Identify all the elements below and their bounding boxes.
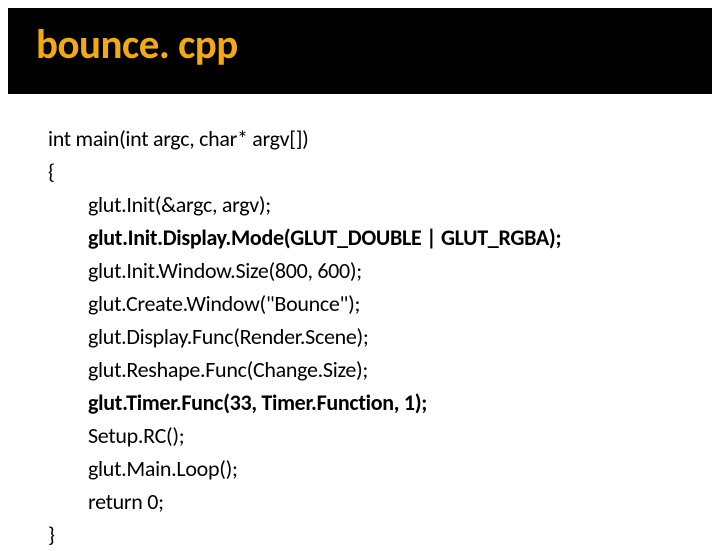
code-line: glut.Init(&argc, argv); xyxy=(48,188,680,221)
code-line: Setup.RC(); xyxy=(48,419,680,452)
code-line-bold: glut.Init.Display.Mode(GLUT_DOUBLE | GLU… xyxy=(48,221,680,254)
code-line: glut.Create.Window("Bounce"); xyxy=(48,287,680,320)
code-block: int main(int argc, char* argv[]) { glut.… xyxy=(0,94,720,551)
code-line: glut.Display.Func(Render.Scene); xyxy=(48,320,680,353)
code-line: { xyxy=(48,155,680,188)
code-line: glut.Init.Window.Size(800, 600); xyxy=(48,254,680,287)
code-line: glut.Reshape.Func(Change.Size); xyxy=(48,353,680,386)
code-line: glut.Main.Loop(); xyxy=(48,452,680,485)
slide-title: bounce. cpp xyxy=(36,20,684,70)
code-line: return 0; xyxy=(48,485,680,518)
code-line-bold: glut.Timer.Func(33, Timer.Function, 1); xyxy=(48,386,680,419)
title-band: bounce. cpp xyxy=(8,8,712,94)
code-line: } xyxy=(48,518,680,551)
slide: bounce. cpp int main(int argc, char* arg… xyxy=(0,8,720,548)
code-line: int main(int argc, char* argv[]) xyxy=(48,122,680,155)
